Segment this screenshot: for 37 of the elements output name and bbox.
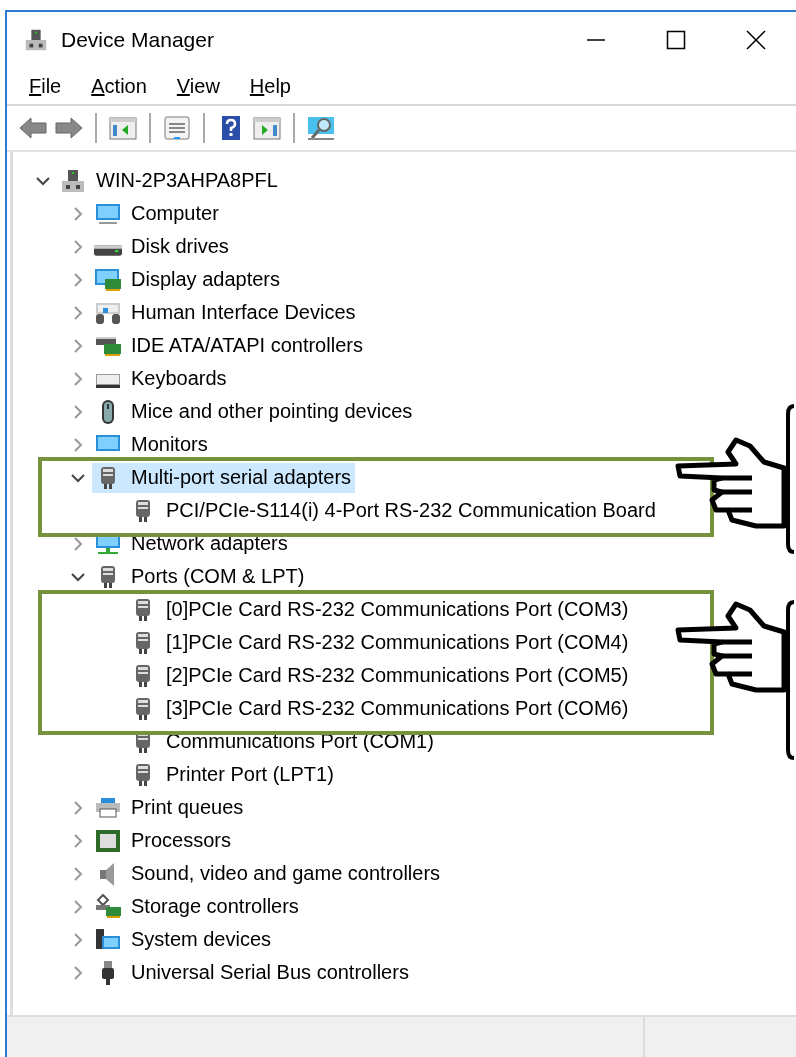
menu-item[interactable]: File <box>21 72 70 100</box>
tree-item[interactable]: [1]PCIe Card RS-232 Communications Port (COM4) <box>127 627 633 658</box>
tree-item[interactable]: Ports (COM & LPT) <box>92 561 309 592</box>
tree-item[interactable]: IDE ATA/ATAPI controllers <box>92 330 367 361</box>
disk-drive-icon <box>94 245 122 256</box>
tree-item[interactable]: Computer <box>92 198 223 229</box>
maximize-icon[interactable] <box>666 30 686 50</box>
tree-item[interactable]: Keyboards <box>92 363 231 394</box>
tree-item[interactable]: Print queues <box>92 792 248 823</box>
menu-item[interactable]: Action <box>83 72 155 100</box>
menu-item[interactable]: View <box>168 72 228 100</box>
tree-item[interactable]: PCI/PCIe-S114(i) 4-Port RS-232 Communication Board <box>127 495 660 526</box>
tree-item[interactable]: Network adapters <box>92 528 292 559</box>
display-adapter-icon <box>94 266 122 293</box>
tree-item[interactable]: [0]PCIe Card RS-232 Communications Port (COM3) <box>127 594 633 625</box>
tree-item[interactable]: Multi-port serial adapters <box>92 462 356 493</box>
tree-item[interactable]: Universal Serial Bus controllers <box>92 957 413 988</box>
tree-item[interactable]: Processors <box>92 825 236 856</box>
tree-item[interactable]: Sound, video and game controllers <box>92 858 445 889</box>
tree-item[interactable]: [3]PCIe Card RS-232 Communications Port (COM6) <box>127 693 633 724</box>
chip-icon <box>94 827 122 854</box>
menu-item[interactable]: Help <box>241 72 299 100</box>
tree-item[interactable]: Monitors <box>92 429 212 460</box>
tree-item[interactable]: Display adapters <box>92 264 284 295</box>
device-manager-icon <box>23 27 49 53</box>
close-icon[interactable] <box>746 30 766 50</box>
tree-item[interactable]: System devices <box>92 924 276 955</box>
tree-item[interactable]: Mice and other pointing devices <box>92 396 417 427</box>
window-title: Device Manager <box>61 28 215 52</box>
tree-item[interactable]: Storage controllers <box>92 891 303 922</box>
tree-item[interactable]: [2]PCIe Card RS-232 Communications Port (COM5) <box>127 660 633 691</box>
tree-item[interactable]: Printer Port (LPT1) <box>127 759 338 790</box>
tree-item[interactable]: WIN-2P3AHPA8PFL <box>57 165 282 196</box>
tree-item[interactable]: Disk drives <box>92 233 233 260</box>
computer-tower-icon <box>59 167 87 194</box>
storage-card-icon <box>94 893 122 920</box>
tree-item[interactable]: Human Interface Devices <box>92 297 360 328</box>
